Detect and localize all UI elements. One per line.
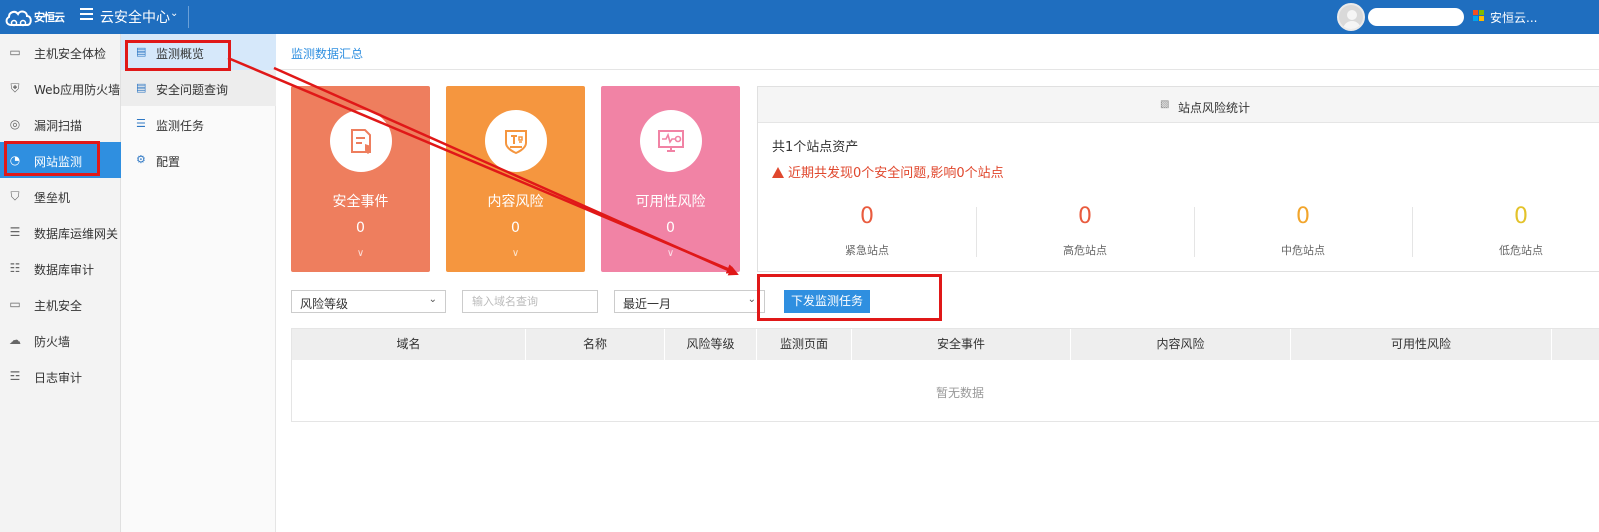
- annotation-arrows: [227, 56, 739, 276]
- annotation-arrow: [273, 66, 739, 276]
